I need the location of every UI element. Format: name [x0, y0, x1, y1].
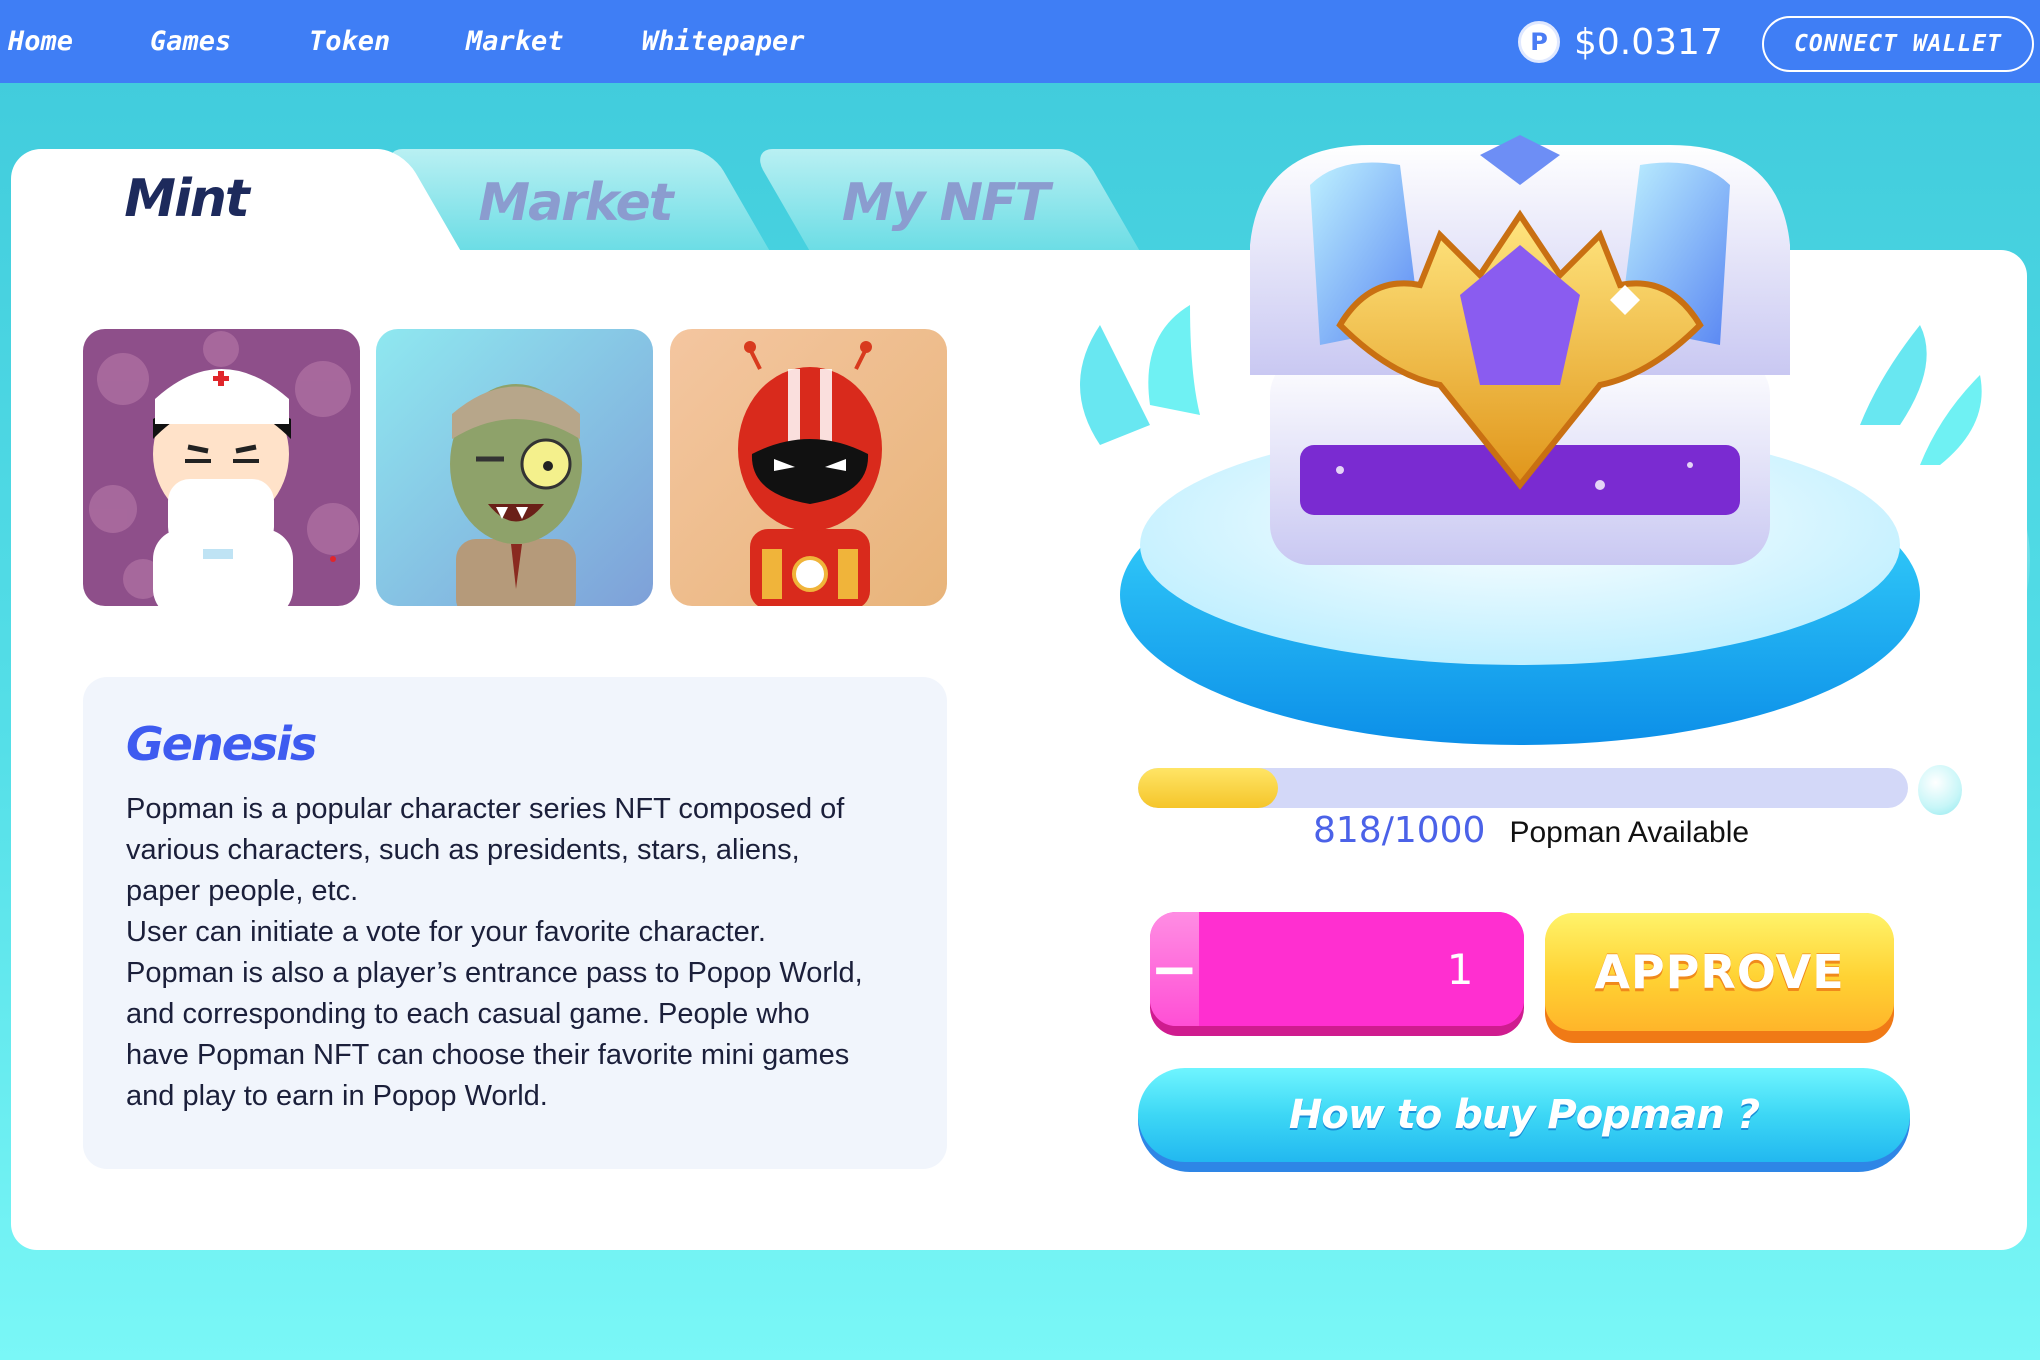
- nav-token[interactable]: Token: [309, 0, 390, 83]
- top-nav: Home Games Token Market Whitepaper P $0.…: [0, 0, 2040, 83]
- how-to-buy-button[interactable]: How to buy Popman ?: [1138, 1068, 1910, 1172]
- description-line: Popman is also a player’s entrance pass …: [126, 957, 863, 989]
- collection-description: Popman is a popular character series NFT…: [126, 789, 907, 1117]
- quantity-stepper: − +: [1150, 912, 1524, 1036]
- description-line: and play to earn in Popop World.: [126, 1080, 548, 1112]
- nft-thumbnail-zombie[interactable]: [376, 329, 653, 606]
- nav-whitepaper[interactable]: Whitepaper: [642, 0, 805, 83]
- description-line: have Popman NFT can choose their favorit…: [126, 1039, 850, 1071]
- description-line: paper people, etc.: [126, 875, 359, 907]
- collection-description-card: Genesis Popman is a popular character se…: [83, 677, 947, 1169]
- tab-mint[interactable]: Mint: [11, 149, 381, 279]
- quantity-input[interactable]: [1198, 912, 1524, 1026]
- approve-label: APPROVE: [1545, 913, 1894, 1031]
- available-label: Popman Available: [1509, 816, 1750, 849]
- description-line: various characters, such as presidents, …: [126, 834, 800, 866]
- decrement-button[interactable]: −: [1150, 912, 1199, 1026]
- treasure-chest-illustration: [1080, 135, 1982, 745]
- description-line: Popman is a popular character series NFT…: [126, 793, 845, 825]
- nft-thumbnail-nurse[interactable]: [83, 329, 360, 606]
- token-price: $0.0317: [1574, 21, 1723, 63]
- nav-home[interactable]: Home: [8, 0, 73, 83]
- nurse-character-image: [83, 329, 360, 606]
- description-line: User can initiate a vote for your favori…: [126, 916, 766, 948]
- mint-progress-fill: [1138, 768, 1279, 808]
- approve-button[interactable]: APPROVE: [1545, 913, 1894, 1043]
- zombie-character-image: [376, 329, 653, 606]
- token-price-display: P $0.0317: [1518, 20, 1723, 64]
- available-count: 818/1000: [1313, 810, 1486, 851]
- robot-character-image: [670, 329, 947, 606]
- description-line: and corresponding to each casual game. P…: [126, 998, 810, 1030]
- how-to-buy-label: How to buy Popman ?: [1138, 1068, 1910, 1162]
- progress-bubble: [1918, 765, 1962, 815]
- nav-market[interactable]: Market: [466, 0, 564, 83]
- nft-thumbnail-robot[interactable]: [670, 329, 947, 606]
- connect-wallet-button[interactable]: CONNECT WALLET: [1762, 16, 2034, 72]
- nav-games[interactable]: Games: [150, 0, 231, 83]
- tab-market[interactable]: Market: [380, 149, 770, 250]
- availability-readout: 818/1000 Popman Available: [1313, 810, 1749, 851]
- collection-title: Genesis: [126, 717, 317, 771]
- popop-token-icon: P: [1518, 21, 1560, 63]
- mint-progress-bar: [1138, 768, 1908, 808]
